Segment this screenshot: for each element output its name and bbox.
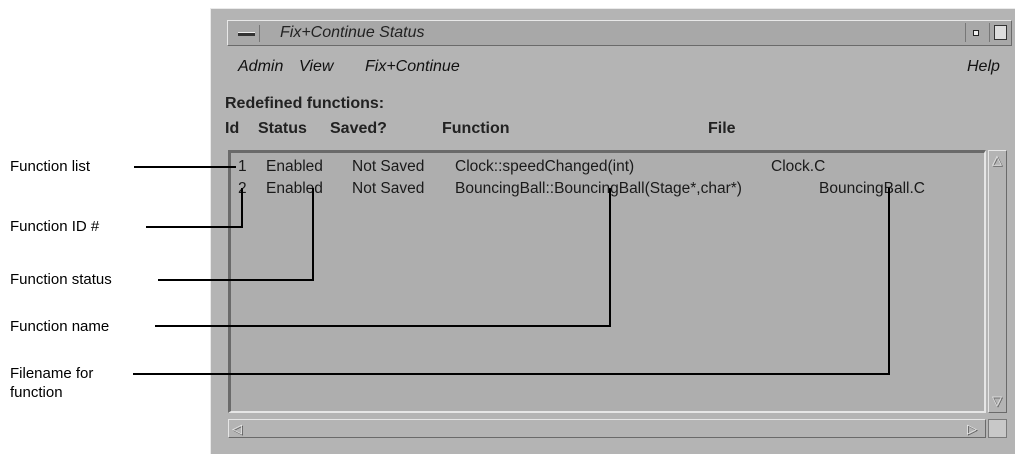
menu-help[interactable]: Help	[967, 58, 1000, 76]
scroll-down-arrow-icon[interactable]: ▽	[992, 394, 1002, 407]
column-header-function: Function	[442, 120, 510, 137]
leader-filename-v	[888, 188, 890, 375]
callout-function-list: Function list	[10, 158, 91, 175]
page: { "window": { "title": "Fix+Continue Sta…	[0, 0, 1015, 454]
window-title: Fix+Continue Status	[280, 24, 425, 41]
menu-view[interactable]: View	[299, 58, 333, 76]
scroll-right-arrow-icon[interactable]: ▷	[967, 422, 977, 435]
column-header-saved: Saved?	[330, 120, 387, 137]
column-header-status: Status	[258, 120, 307, 137]
menu-bar: Admin View Fix+Continue Help	[227, 54, 1015, 82]
leader-function-status-v	[312, 188, 314, 281]
column-header-id: Id	[225, 120, 240, 137]
leader-function-status-h	[158, 279, 314, 281]
callout-filename-line1: Filename for	[10, 365, 94, 382]
minimize-icon	[973, 30, 979, 36]
window-menu-button[interactable]	[232, 25, 260, 42]
leader-function-name-v	[609, 188, 611, 327]
callout-filename-line2: function	[10, 384, 63, 401]
maximize-button[interactable]	[989, 23, 1009, 42]
row-1-id[interactable]: 1	[238, 158, 247, 176]
callout-function-name: Function name	[10, 318, 110, 335]
menu-fix-continue[interactable]: Fix+Continue	[365, 58, 460, 76]
row-1-status[interactable]: Enabled	[266, 158, 323, 176]
scrollbar-corner	[988, 419, 1007, 438]
leader-function-list	[134, 166, 236, 168]
row-2-status[interactable]: Enabled	[266, 180, 323, 198]
vertical-scrollbar[interactable]: △ ▽	[988, 150, 1007, 413]
scroll-left-arrow-icon[interactable]: ◁	[232, 422, 242, 435]
row-2-function[interactable]: BouncingBall::BouncingBall(Stage*,char*)	[455, 180, 742, 198]
row-1-saved[interactable]: Not Saved	[352, 158, 424, 176]
scroll-up-arrow-icon[interactable]: △	[992, 153, 1002, 166]
callout-function-id: Function ID #	[10, 218, 100, 235]
leader-function-id-v	[241, 188, 243, 228]
row-1-function[interactable]: Clock::speedChanged(int)	[455, 158, 634, 176]
section-label: Redefined functions:	[225, 95, 385, 112]
leader-function-id-h	[146, 226, 243, 228]
minimize-button[interactable]	[965, 23, 985, 42]
fix-continue-status-window: Fix+Continue Status Admin View Fix+Conti…	[210, 8, 1015, 454]
row-1-file[interactable]: Clock.C	[771, 158, 825, 176]
column-header-file: File	[708, 120, 736, 137]
title-bar[interactable]: Fix+Continue Status	[227, 20, 1012, 46]
row-2-saved[interactable]: Not Saved	[352, 180, 424, 198]
horizontal-scrollbar[interactable]: ◁ ▷	[228, 419, 986, 438]
row-2-file[interactable]: BouncingBall.C	[819, 180, 925, 198]
menu-admin[interactable]: Admin	[238, 58, 283, 76]
window-menu-icon	[238, 32, 255, 36]
callout-function-status: Function status	[10, 271, 112, 288]
maximize-icon	[994, 25, 1007, 40]
leader-function-name-h	[155, 325, 611, 327]
leader-filename-h	[133, 373, 890, 375]
